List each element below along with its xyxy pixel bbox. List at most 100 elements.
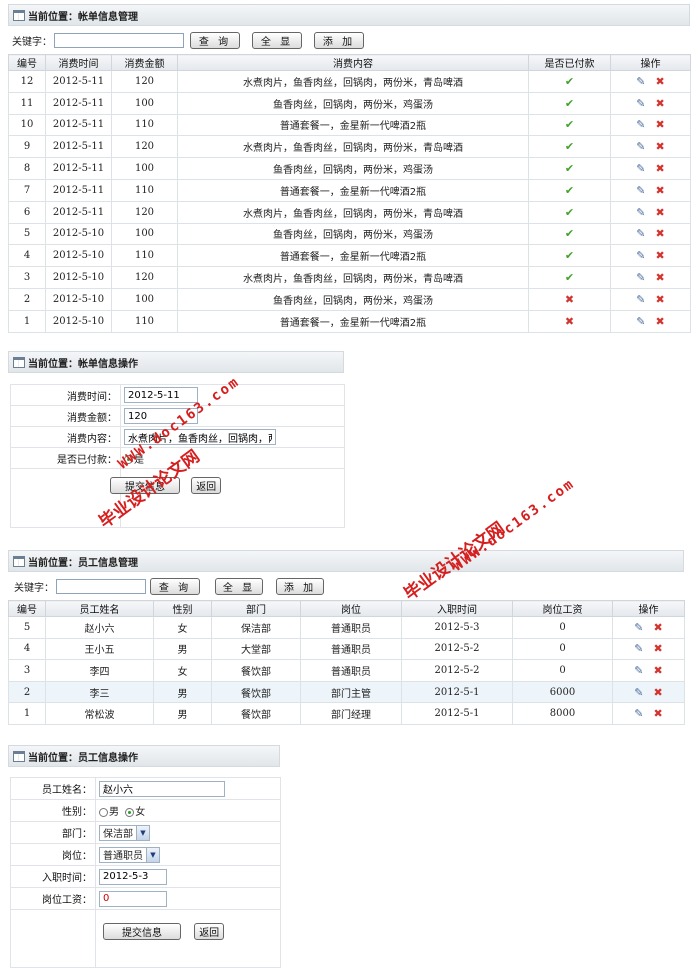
edit-icon[interactable]: ✎ — [634, 621, 643, 634]
bill-paid-radio[interactable] — [124, 455, 133, 464]
delete-icon[interactable]: ✖ — [654, 664, 663, 677]
staff-post: 部门主管 — [300, 680, 402, 704]
post-select[interactable]: 普通职员 ▼ — [99, 846, 160, 863]
delete-icon[interactable]: ✖ — [656, 184, 665, 197]
table-row: 10 2012-5-11 110 普通套餐一，金星新一代啤酒2瓶 ✔ ✎ ✖ — [8, 113, 691, 137]
delete-icon[interactable]: ✖ — [656, 206, 665, 219]
gender-female-radio[interactable] — [125, 807, 135, 817]
staff-salary: 8000 — [512, 702, 613, 725]
delete-icon[interactable]: ✖ — [654, 707, 663, 720]
staff-search-input[interactable] — [56, 579, 146, 594]
delete-icon[interactable]: ✖ — [656, 140, 665, 153]
delete-icon[interactable]: ✖ — [654, 642, 663, 655]
table-row: 5 赵小六女保洁部 普通职员 2012-5-3 0 ✎ ✖ — [8, 616, 685, 639]
edit-icon[interactable]: ✎ — [636, 75, 645, 88]
bill-time-field[interactable] — [124, 387, 198, 403]
staff-list-title: 当前位置：员工信息管理 — [28, 557, 138, 569]
edit-icon[interactable]: ✎ — [636, 249, 645, 262]
staff-dept: 餐饮部 — [211, 702, 301, 725]
edit-icon[interactable]: ✎ — [636, 140, 645, 153]
staff-dept-label: 部门： — [10, 821, 96, 844]
edit-icon[interactable]: ✎ — [636, 97, 645, 110]
staff-id: 3 — [8, 659, 46, 682]
staff-date-field[interactable] — [99, 868, 167, 885]
bill-show-all-button[interactable]: 全 显 — [252, 32, 302, 49]
col-header: 员工姓名 — [45, 600, 154, 617]
staff-gender: 男 — [153, 637, 212, 661]
edit-icon[interactable]: ✎ — [636, 271, 645, 284]
bill-content-field[interactable] — [124, 429, 276, 445]
delete-icon[interactable]: ✖ — [656, 227, 665, 240]
table-row: 9 2012-5-11 120 水煮肉片，鱼香肉丝，回锅肉，两份米，青岛啤酒 ✔ ✎ ✖ — [8, 135, 691, 159]
edit-icon[interactable]: ✎ — [636, 206, 645, 219]
edit-icon[interactable]: ✎ — [636, 227, 645, 240]
bill-content: 普通套餐一，金星新一代啤酒2瓶 — [177, 178, 529, 202]
staff-date: 2012-5-1 — [401, 702, 513, 725]
staff-gender: 男 — [153, 702, 212, 725]
edit-icon[interactable]: ✎ — [634, 642, 643, 655]
staff-salary-field[interactable] — [99, 890, 167, 907]
bill-submit-button[interactable]: 提交信息 — [110, 477, 180, 494]
staff-back-button[interactable]: 返回 — [194, 923, 225, 940]
bill-search-input[interactable] — [54, 33, 184, 48]
delete-icon[interactable]: ✖ — [654, 621, 663, 634]
window-icon — [13, 9, 25, 21]
delete-icon[interactable]: ✖ — [656, 162, 665, 175]
staff-post: 普通职员 — [300, 659, 402, 682]
staff-gender: 女 — [153, 659, 212, 682]
dept-select[interactable]: 保洁部 ▼ — [99, 824, 150, 841]
bill-amount: 110 — [111, 113, 178, 137]
staff-query-button[interactable]: 查 询 — [150, 578, 200, 595]
bill-content: 水煮肉片，鱼香肉丝，回锅肉，两份米，青岛啤酒 — [177, 266, 529, 289]
edit-icon[interactable]: ✎ — [634, 686, 643, 699]
table-row: 12 2012-5-11 120 水煮肉片，鱼香肉丝，回锅肉，两份米，青岛啤酒 ✔ ✎ ✖ — [8, 70, 691, 93]
bill-form: 消费时间： 消费金额： 消费内容： 是否已付款： 是 提交信息 返回 — [10, 384, 345, 528]
staff-submit-button[interactable]: 提交信息 — [103, 923, 181, 940]
gender-male-radio[interactable] — [99, 807, 108, 817]
delete-icon[interactable]: ✖ — [654, 686, 663, 699]
col-header: 操作 — [610, 54, 691, 71]
bill-id: 1 — [8, 309, 46, 333]
staff-form-title: 当前位置：员工信息操作 — [28, 752, 138, 764]
dept-select-value: 保洁部 — [103, 829, 133, 840]
bill-time: 2012-5-11 — [45, 70, 112, 93]
check-icon: ✔ — [564, 227, 575, 241]
bill-query-button[interactable]: 查 询 — [190, 32, 240, 49]
check-icon: ✔ — [564, 271, 575, 285]
edit-icon[interactable]: ✎ — [634, 664, 643, 677]
bill-id: 2 — [8, 287, 46, 311]
delete-icon[interactable]: ✖ — [656, 118, 665, 131]
window-icon — [13, 356, 25, 368]
bill-amount: 120 — [111, 70, 178, 93]
staff-name: 常松波 — [45, 702, 154, 725]
bill-form-header: 当前位置：帐单信息操作 — [8, 351, 344, 373]
delete-icon[interactable]: ✖ — [656, 293, 665, 306]
check-icon: ✔ — [564, 118, 575, 132]
bill-search-bar: 关键字： 查 询 全 显 添 加 — [12, 32, 364, 49]
edit-icon[interactable]: ✎ — [636, 293, 645, 306]
edit-icon[interactable]: ✎ — [636, 315, 645, 328]
staff-list-header: 当前位置：员工信息管理 — [8, 550, 684, 572]
staff-show-all-button[interactable]: 全 显 — [215, 578, 263, 595]
staff-add-button[interactable]: 添 加 — [276, 578, 324, 595]
edit-icon[interactable]: ✎ — [636, 184, 645, 197]
bill-back-button[interactable]: 返回 — [191, 477, 222, 494]
bill-amount-field[interactable] — [124, 408, 198, 424]
staff-post-label: 岗位： — [10, 843, 96, 866]
staff-id: 1 — [8, 702, 46, 725]
delete-icon[interactable]: ✖ — [656, 75, 665, 88]
staff-name-field[interactable] — [99, 780, 225, 797]
delete-icon[interactable]: ✖ — [656, 271, 665, 284]
bill-add-button[interactable]: 添 加 — [314, 32, 364, 49]
staff-post: 普通职员 — [300, 616, 402, 639]
staff-date: 2012-5-1 — [401, 680, 513, 704]
edit-icon[interactable]: ✎ — [634, 707, 643, 720]
staff-name-label: 员工姓名： — [10, 777, 96, 800]
post-select-value: 普通职员 — [103, 851, 143, 862]
delete-icon[interactable]: ✖ — [656, 97, 665, 110]
edit-icon[interactable]: ✎ — [636, 162, 645, 175]
gender-male-label: 男 — [109, 807, 119, 818]
delete-icon[interactable]: ✖ — [656, 249, 665, 262]
delete-icon[interactable]: ✖ — [656, 315, 665, 328]
edit-icon[interactable]: ✎ — [636, 118, 645, 131]
